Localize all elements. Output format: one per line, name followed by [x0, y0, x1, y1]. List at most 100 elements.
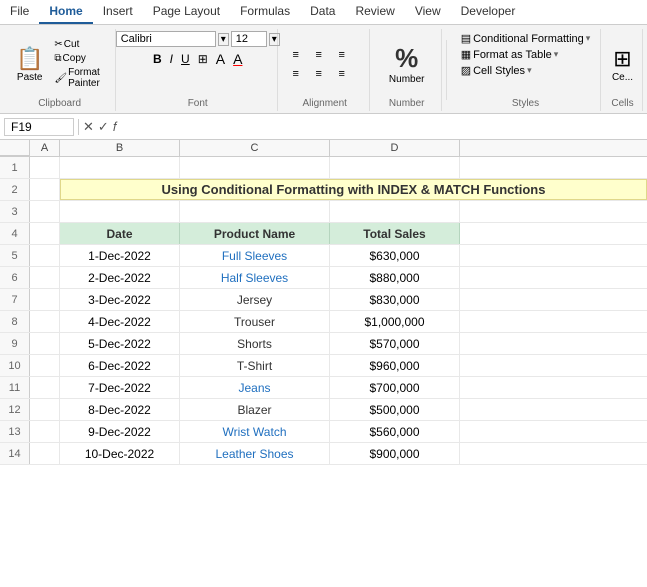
italic-button[interactable]: I: [167, 50, 176, 68]
cut-button[interactable]: ✂ Cut: [51, 38, 109, 51]
col-header-b[interactable]: B: [60, 140, 180, 156]
align-top-right[interactable]: ≡: [331, 46, 353, 64]
cell-a3[interactable]: [30, 201, 60, 222]
conditional-formatting-button[interactable]: ▤ Conditional Formatting ▾: [458, 31, 594, 46]
tab-formulas[interactable]: Formulas: [230, 0, 300, 24]
cell-a7[interactable]: [30, 289, 60, 310]
cells-button[interactable]: ⊞ Ce...: [608, 44, 637, 85]
col-header-d[interactable]: D: [330, 140, 460, 156]
tab-developer[interactable]: Developer: [451, 0, 526, 24]
font-size-dropdown[interactable]: ▾: [269, 33, 280, 46]
tab-view[interactable]: View: [405, 0, 451, 24]
cell-a13[interactable]: [30, 421, 60, 442]
cell-a10[interactable]: [30, 355, 60, 376]
cell-a14[interactable]: [30, 443, 60, 464]
cancel-formula-icon[interactable]: ✕: [83, 119, 94, 135]
number-format-button[interactable]: % Number: [381, 39, 433, 89]
cell-c5[interactable]: Full Sleeves: [180, 245, 330, 266]
cell-a2[interactable]: [30, 179, 60, 200]
row-num-5: 5: [0, 245, 30, 266]
cell-b4[interactable]: Date: [60, 223, 180, 244]
tab-page-layout[interactable]: Page Layout: [143, 0, 230, 24]
tab-data[interactable]: Data: [300, 0, 345, 24]
cell-c1[interactable]: [180, 157, 330, 178]
cell-b11[interactable]: 7-Dec-2022: [60, 377, 180, 398]
insert-function-icon[interactable]: 𝑓: [113, 119, 117, 135]
cell-d8[interactable]: $1,000,000: [330, 311, 460, 332]
border-button[interactable]: ⊞: [195, 50, 211, 68]
cell-a11[interactable]: [30, 377, 60, 398]
cell-styles-button[interactable]: ▨ Cell Styles ▾: [458, 63, 594, 78]
cell-d6[interactable]: $880,000: [330, 267, 460, 288]
tab-review[interactable]: Review: [345, 0, 404, 24]
cell-d11[interactable]: $700,000: [330, 377, 460, 398]
cell-c14[interactable]: Leather Shoes: [180, 443, 330, 464]
cell-b7[interactable]: 3-Dec-2022: [60, 289, 180, 310]
cell-b1[interactable]: [60, 157, 180, 178]
cell-d9[interactable]: $570,000: [330, 333, 460, 354]
cell-c10[interactable]: T-Shirt: [180, 355, 330, 376]
cell-d14[interactable]: $900,000: [330, 443, 460, 464]
cell-d7[interactable]: $830,000: [330, 289, 460, 310]
cell-a6[interactable]: [30, 267, 60, 288]
copy-button[interactable]: ⧉ Copy: [51, 52, 109, 65]
cell-b14[interactable]: 10-Dec-2022: [60, 443, 180, 464]
col-header-a[interactable]: A: [30, 140, 60, 156]
cell-d13[interactable]: $560,000: [330, 421, 460, 442]
cell-c11[interactable]: Jeans: [180, 377, 330, 398]
format-painter-button[interactable]: 🖌 Format Painter: [51, 66, 109, 90]
cell-a5[interactable]: [30, 245, 60, 266]
tab-home[interactable]: Home: [39, 0, 92, 24]
col-header-c[interactable]: C: [180, 140, 330, 156]
font-size-input[interactable]: [231, 31, 267, 47]
title-cell[interactable]: Using Conditional Formatting with INDEX …: [60, 179, 647, 200]
align-left[interactable]: ≡: [285, 65, 307, 83]
cell-c7[interactable]: Jersey: [180, 289, 330, 310]
align-top-center[interactable]: ≡: [308, 46, 330, 64]
cell-reference-box[interactable]: [4, 118, 74, 136]
font-name-dropdown[interactable]: ▾: [218, 33, 229, 46]
bold-button[interactable]: B: [150, 50, 165, 68]
cell-c8[interactable]: Trouser: [180, 311, 330, 332]
cell-c6[interactable]: Half Sleeves: [180, 267, 330, 288]
fill-color-button[interactable]: A: [213, 50, 228, 68]
cell-c13[interactable]: Wrist Watch: [180, 421, 330, 442]
cell-c4[interactable]: Product Name: [180, 223, 330, 244]
align-top-left[interactable]: ≡: [285, 46, 307, 64]
cell-a1[interactable]: [30, 157, 60, 178]
cell-b10[interactable]: 6-Dec-2022: [60, 355, 180, 376]
align-right[interactable]: ≡: [331, 65, 353, 83]
paste-button[interactable]: 📋 Paste: [10, 44, 49, 85]
cell-d3[interactable]: [330, 201, 460, 222]
cell-a4[interactable]: [30, 223, 60, 244]
cell-b5[interactable]: 1-Dec-2022: [60, 245, 180, 266]
cell-b3[interactable]: [60, 201, 180, 222]
cell-a8[interactable]: [30, 311, 60, 332]
cell-c3[interactable]: [180, 201, 330, 222]
font-group-label: Font: [118, 98, 277, 109]
cell-d12[interactable]: $500,000: [330, 399, 460, 420]
cell-c12[interactable]: Blazer: [180, 399, 330, 420]
formula-input[interactable]: [121, 119, 643, 135]
cell-d4[interactable]: Total Sales: [330, 223, 460, 244]
cell-c9[interactable]: Shorts: [180, 333, 330, 354]
tab-insert[interactable]: Insert: [93, 0, 143, 24]
cell-b9[interactable]: 5-Dec-2022: [60, 333, 180, 354]
cell-b6[interactable]: 2-Dec-2022: [60, 267, 180, 288]
cell-d5[interactable]: $630,000: [330, 245, 460, 266]
cell-d1[interactable]: [330, 157, 460, 178]
cell-a12[interactable]: [30, 399, 60, 420]
align-center[interactable]: ≡: [308, 65, 330, 83]
font-style-buttons: B I U ⊞ A A: [150, 50, 245, 68]
font-color-button[interactable]: A: [230, 50, 245, 68]
cell-d10[interactable]: $960,000: [330, 355, 460, 376]
cell-b13[interactable]: 9-Dec-2022: [60, 421, 180, 442]
format-as-table-button[interactable]: ▦ Format as Table ▾: [458, 47, 594, 62]
tab-file[interactable]: File: [0, 0, 39, 24]
font-name-input[interactable]: [116, 31, 216, 47]
cell-b12[interactable]: 8-Dec-2022: [60, 399, 180, 420]
confirm-formula-icon[interactable]: ✓: [98, 119, 109, 135]
cell-a9[interactable]: [30, 333, 60, 354]
underline-button[interactable]: U: [178, 50, 193, 68]
cell-b8[interactable]: 4-Dec-2022: [60, 311, 180, 332]
